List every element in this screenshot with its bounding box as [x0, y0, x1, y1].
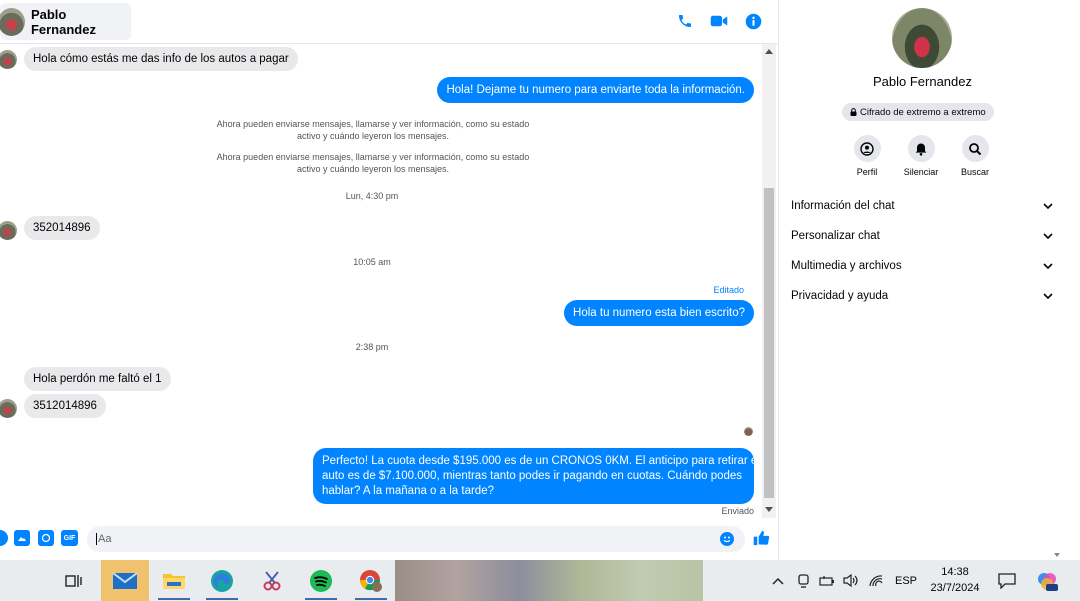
contact-name: Pablo Fernandez: [30, 6, 96, 37]
task-view-icon[interactable]: [50, 560, 98, 601]
contact-avatar-small: [0, 221, 17, 240]
search-button[interactable]: Buscar: [957, 135, 993, 177]
photo-icon[interactable]: [14, 530, 30, 546]
scroll-thumb[interactable]: [764, 188, 774, 498]
scroll-down-arrow-icon[interactable]: [765, 507, 773, 512]
notifications-icon[interactable]: [998, 560, 1016, 601]
meet-now-icon[interactable]: [797, 560, 810, 601]
phone-icon[interactable]: [675, 11, 695, 31]
sticker-icon[interactable]: [38, 530, 54, 546]
message-incoming[interactable]: 3512014896: [24, 394, 106, 418]
profile-icon: [853, 135, 881, 162]
battery-icon[interactable]: [819, 560, 835, 601]
chrome-icon[interactable]: [347, 560, 395, 601]
clock-date: 23/7/2024: [930, 582, 980, 594]
wifi-icon[interactable]: [869, 560, 883, 601]
system-notice: Ahora pueden enviarse mensajes, llamarse…: [216, 119, 530, 141]
profile-button[interactable]: Perfil: [849, 135, 885, 177]
read-receipt-avatar: [744, 427, 753, 436]
edge-icon[interactable]: [198, 560, 246, 601]
section-customize-chat[interactable]: Personalizar chat: [791, 226, 1053, 246]
message-outgoing[interactable]: Perfecto! La cuota desde $195.000 es de …: [313, 448, 760, 504]
gif-icon[interactable]: GIF: [61, 530, 78, 546]
timestamp: 2:38 pm: [355, 342, 389, 352]
mute-button[interactable]: Silenciar: [903, 135, 939, 177]
timestamp: 10:05 am: [353, 257, 391, 267]
chat-scrollbar[interactable]: [762, 44, 776, 518]
snipping-tool-icon[interactable]: [248, 560, 296, 601]
edited-label: Editado: [713, 285, 744, 295]
conversation-info-panel: Pablo Fernandez Cifrado de extremo a ext…: [778, 0, 1065, 560]
clock-time: 14:38: [941, 566, 969, 578]
copilot-icon[interactable]: [1036, 560, 1058, 601]
message-input[interactable]: Aa: [87, 526, 745, 552]
spotify-icon[interactable]: [297, 560, 345, 601]
contact-avatar: [0, 7, 25, 36]
message-incoming[interactable]: Hola cómo estás me das info de los autos…: [24, 47, 298, 71]
more-actions-icon[interactable]: [0, 530, 8, 546]
panel-scrollbar[interactable]: [1050, 0, 1065, 560]
bell-icon: [907, 135, 935, 162]
lock-icon: [850, 108, 857, 116]
message-list: Hola cómo estás me das info de los autos…: [0, 44, 762, 518]
messenger-window: Pablo Fernandez Hola cómo estás me das i…: [0, 0, 1080, 560]
section-chat-info[interactable]: Información del chat: [791, 196, 1053, 216]
message-outgoing[interactable]: Hola tu numero esta bien escrito?: [564, 300, 754, 326]
system-notice: Ahora pueden enviarse mensajes, llamarse…: [216, 152, 530, 174]
volume-icon[interactable]: [843, 560, 858, 601]
file-explorer-icon[interactable]: [150, 560, 198, 601]
show-hidden-icons[interactable]: [772, 560, 784, 601]
contact-avatar-small: [0, 50, 17, 69]
windows-taskbar: ESP 14:38 23/7/2024: [0, 560, 1080, 601]
section-media-files[interactable]: Multimedia y archivos: [791, 256, 1053, 276]
scroll-up-arrow-icon[interactable]: [765, 49, 773, 54]
delivery-status: Enviado: [721, 506, 754, 516]
contact-avatar-small: [0, 399, 17, 418]
search-icon: [961, 135, 989, 162]
message-input-placeholder: Aa: [96, 533, 112, 545]
clock[interactable]: 14:38 23/7/2024: [923, 564, 987, 596]
message-outgoing[interactable]: Hola! Dejame tu numero para enviarte tod…: [437, 77, 754, 103]
info-icon[interactable]: [743, 11, 763, 31]
encryption-badge[interactable]: Cifrado de extremo a extremo: [842, 103, 994, 121]
language-indicator[interactable]: ESP: [895, 560, 917, 601]
emoji-icon[interactable]: [720, 532, 734, 546]
composer: GIF Aa: [0, 518, 778, 560]
message-incoming[interactable]: Hola perdón me faltó el 1: [24, 367, 171, 391]
like-icon[interactable]: [753, 530, 770, 551]
contact-profile-photo[interactable]: [892, 8, 952, 68]
mail-icon[interactable]: [101, 560, 149, 601]
chat-header: Pablo Fernandez: [0, 0, 778, 44]
desktop-wallpaper-strip: [395, 560, 703, 601]
video-icon[interactable]: [709, 11, 729, 31]
contact-header-button[interactable]: Pablo Fernandez: [0, 3, 131, 40]
scroll-down-arrow-icon[interactable]: [1054, 553, 1060, 557]
message-incoming[interactable]: 352014896: [24, 216, 100, 240]
timestamp: Lun, 4:30 pm: [345, 191, 399, 201]
panel-contact-name: Pablo Fernandez: [872, 74, 972, 89]
section-privacy-help[interactable]: Privacidad y ayuda: [791, 286, 1053, 306]
